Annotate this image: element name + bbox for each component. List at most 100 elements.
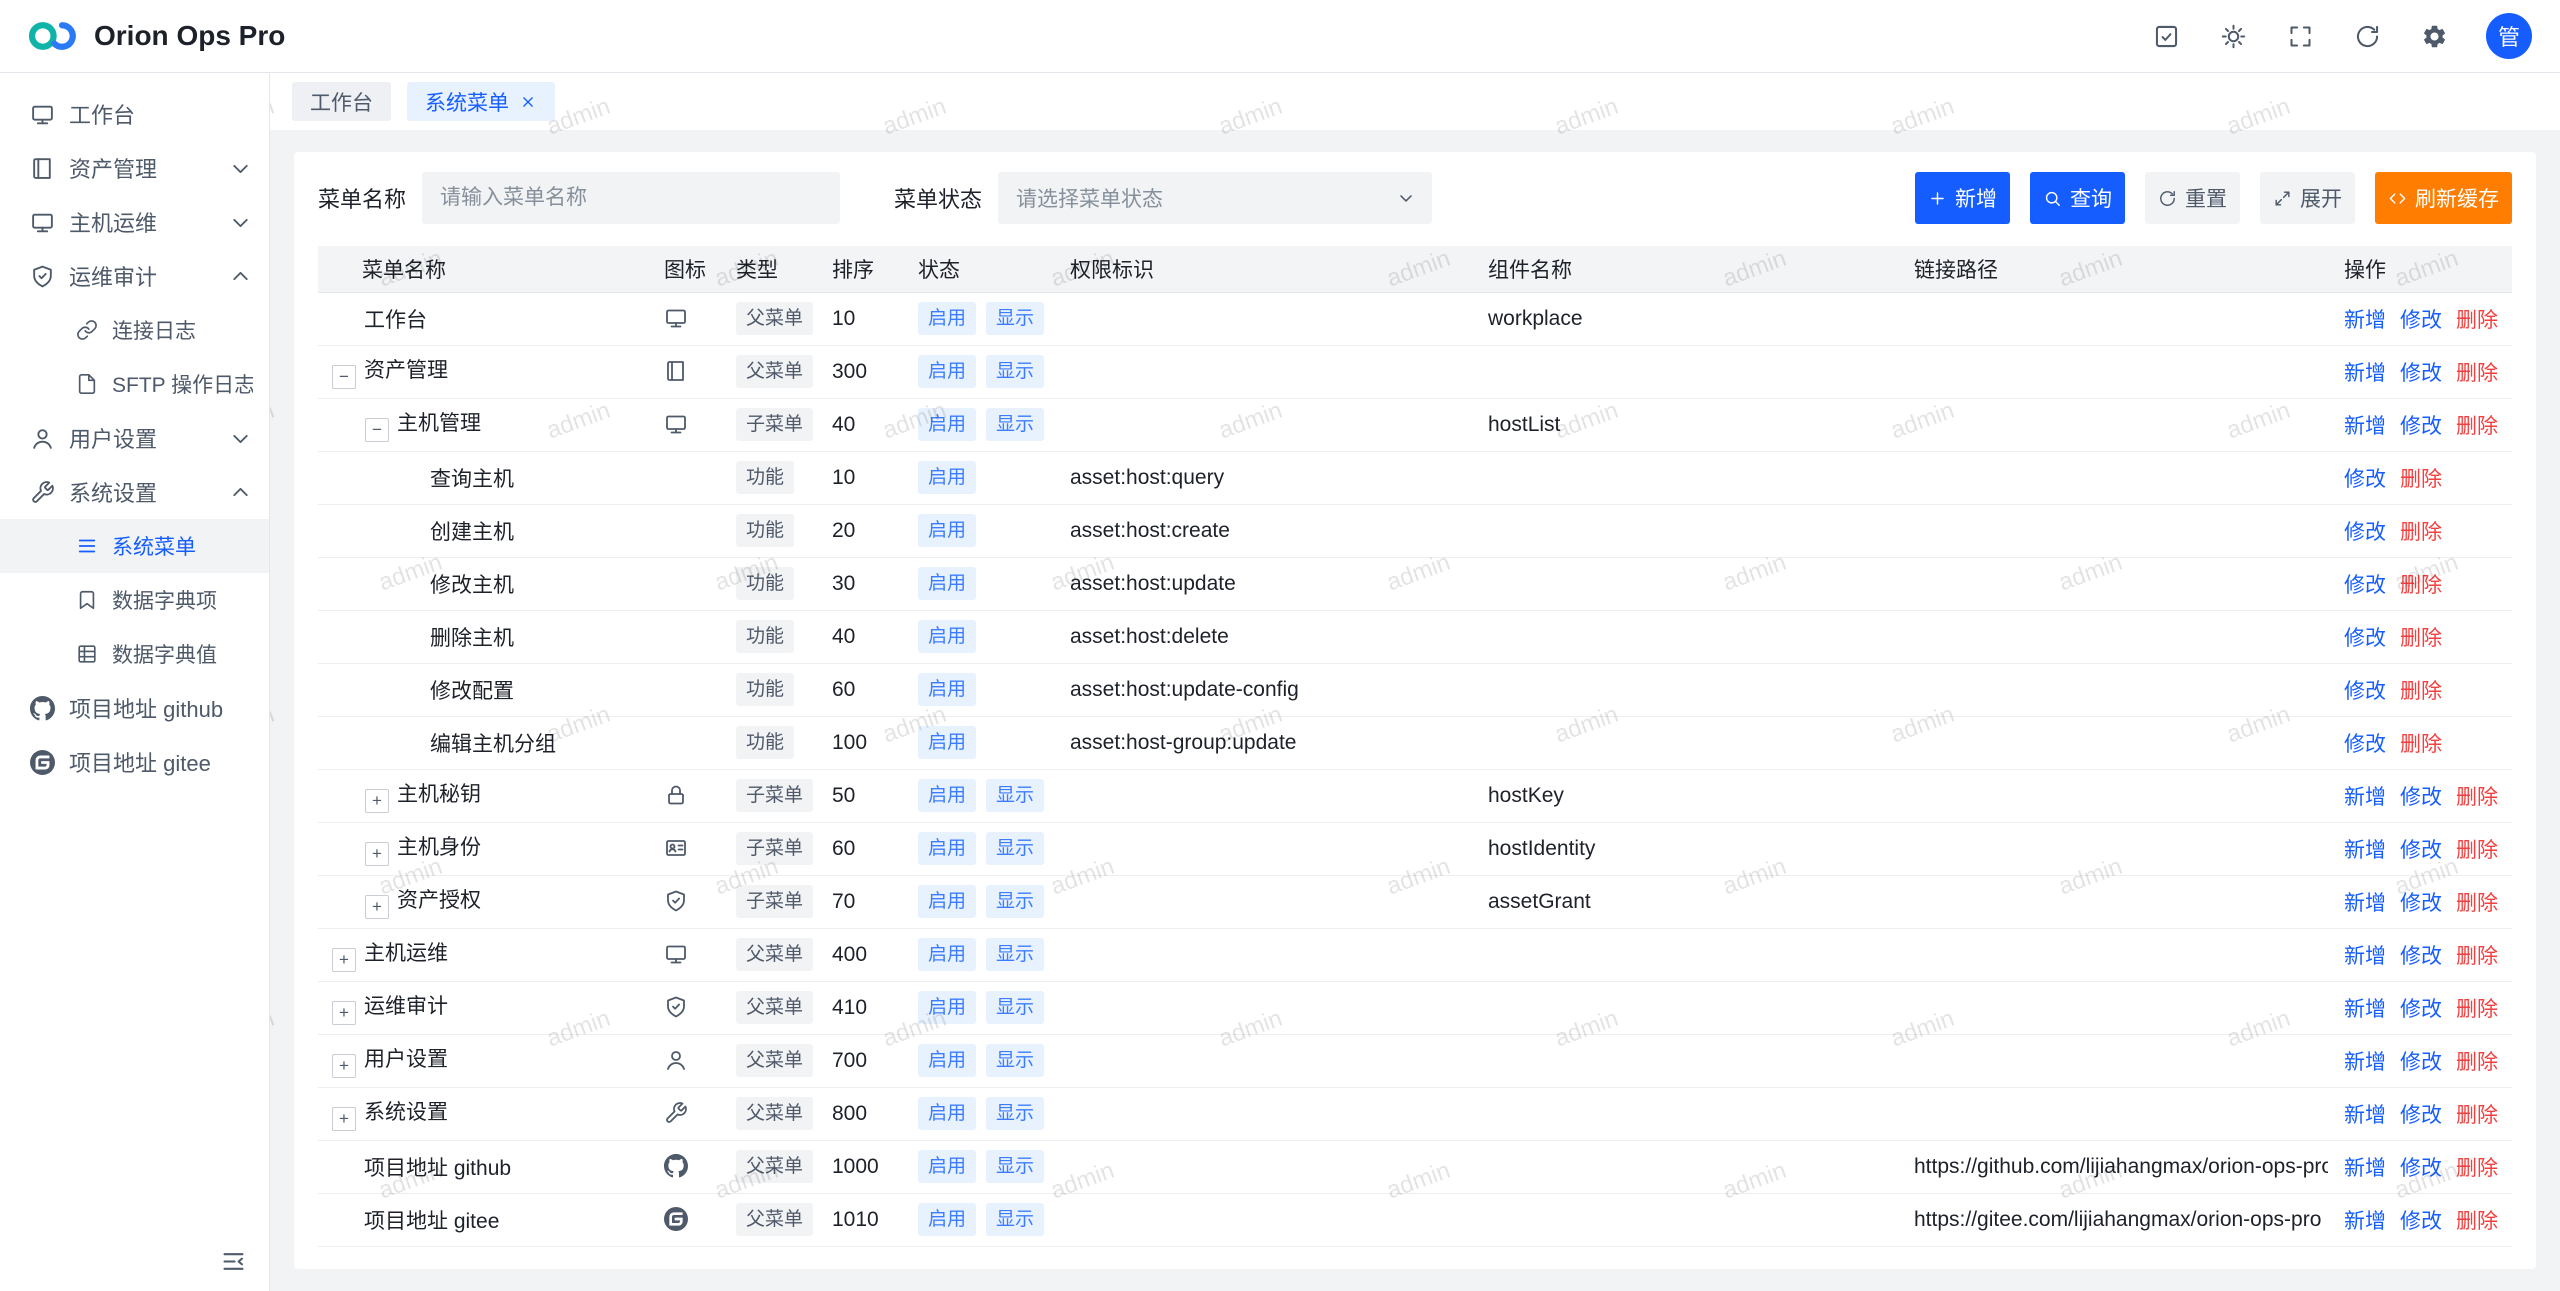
expand-row-button[interactable]: +	[365, 842, 389, 866]
row-delete-link[interactable]: 删除	[2456, 1104, 2498, 1127]
theme-icon[interactable]	[2220, 23, 2247, 50]
refresh-icon[interactable]	[2354, 23, 2381, 50]
sidebar-item[interactable]: SFTP 操作日志	[0, 357, 269, 411]
row-add-link[interactable]: 新增	[2344, 1051, 2386, 1074]
user-icon	[30, 426, 55, 451]
link-path-cell	[1898, 981, 2328, 1034]
row-edit-link[interactable]: 修改	[2400, 1051, 2442, 1074]
row-add-link[interactable]: 新增	[2344, 1104, 2386, 1127]
expand-row-button[interactable]: +	[365, 895, 389, 919]
expand-button[interactable]: 展开	[2260, 172, 2355, 224]
row-delete-link[interactable]: 删除	[2400, 468, 2442, 491]
row-delete-link[interactable]: 删除	[2456, 362, 2498, 385]
row-add-link[interactable]: 新增	[2344, 1157, 2386, 1180]
sidebar-item[interactable]: 系统菜单	[0, 519, 269, 573]
app-logo[interactable]: Orion Ops Pro	[26, 19, 285, 53]
add-button[interactable]: 新增	[1915, 172, 2010, 224]
row-edit-link[interactable]: 修改	[2400, 1104, 2442, 1127]
dashboard-icon[interactable]	[2153, 23, 2180, 50]
row-edit-link[interactable]: 修改	[2400, 786, 2442, 809]
row-delete-link[interactable]: 删除	[2400, 627, 2442, 650]
row-edit-link[interactable]: 修改	[2400, 415, 2442, 438]
row-delete-link[interactable]: 删除	[2456, 1210, 2498, 1233]
sidebar-item[interactable]: 用户设置	[0, 411, 269, 465]
row-edit-link[interactable]: 修改	[2400, 945, 2442, 968]
sidebar-item[interactable]: 主机运维	[0, 195, 269, 249]
menu-name-input[interactable]	[422, 172, 840, 224]
table-row: 项目地址 github父菜单1000启用显示https://github.com…	[318, 1140, 2512, 1193]
row-add-link[interactable]: 新增	[2344, 945, 2386, 968]
status-cell: 启用显示	[902, 875, 1054, 928]
sidebar-item[interactable]: 数据字典值	[0, 627, 269, 681]
close-icon[interactable]	[519, 93, 537, 111]
row-add-link[interactable]: 新增	[2344, 892, 2386, 915]
sidebar-item[interactable]: 数据字典项	[0, 573, 269, 627]
tab-system-menu[interactable]: 系统菜单	[407, 82, 555, 121]
row-edit-link[interactable]: 修改	[2400, 892, 2442, 915]
menu-name-cell: 编辑主机分组	[318, 716, 648, 769]
row-delete-link[interactable]: 删除	[2456, 1051, 2498, 1074]
expand-row-button[interactable]: +	[365, 789, 389, 813]
sidebar-item[interactable]: 运维审计	[0, 249, 269, 303]
sidebar-item[interactable]: 工作台	[0, 87, 269, 141]
row-edit-link[interactable]: 修改	[2400, 998, 2442, 1021]
row-add-link[interactable]: 新增	[2344, 415, 2386, 438]
row-edit-link[interactable]: 修改	[2344, 574, 2386, 597]
row-edit-link[interactable]: 修改	[2344, 468, 2386, 491]
row-add-link[interactable]: 新增	[2344, 1210, 2386, 1233]
sidebar-item[interactable]: 项目地址 github	[0, 681, 269, 735]
row-add-link[interactable]: 新增	[2344, 362, 2386, 385]
sidebar-item[interactable]: 资产管理	[0, 141, 269, 195]
row-delete-link[interactable]: 删除	[2400, 521, 2442, 544]
row-edit-link[interactable]: 修改	[2400, 1210, 2442, 1233]
row-add-link[interactable]: 新增	[2344, 786, 2386, 809]
row-edit-link[interactable]: 修改	[2344, 521, 2386, 544]
expand-row-button[interactable]: +	[332, 1107, 356, 1131]
collapse-row-button[interactable]: −	[365, 418, 389, 442]
settings-icon[interactable]	[2421, 23, 2448, 50]
row-delete-link[interactable]: 删除	[2456, 892, 2498, 915]
book-icon	[30, 156, 55, 181]
row-delete-link[interactable]: 删除	[2400, 574, 2442, 597]
row-delete-link[interactable]: 删除	[2456, 998, 2498, 1021]
expand-row-button[interactable]: +	[332, 948, 356, 972]
collapse-row-button[interactable]: −	[332, 365, 356, 389]
menu-status-select[interactable]: 请选择菜单状态	[998, 172, 1432, 224]
row-add-link[interactable]: 新增	[2344, 839, 2386, 862]
row-edit-link[interactable]: 修改	[2344, 733, 2386, 756]
row-delete-link[interactable]: 删除	[2456, 309, 2498, 332]
row-add-link[interactable]: 新增	[2344, 998, 2386, 1021]
fullscreen-icon[interactable]	[2287, 23, 2314, 50]
query-button[interactable]: 查询	[2030, 172, 2125, 224]
user-avatar[interactable]: 管	[2486, 13, 2532, 59]
row-edit-link[interactable]: 修改	[2400, 362, 2442, 385]
sort-cell: 40	[816, 610, 902, 663]
status-tag: 显示	[986, 885, 1044, 919]
row-delete-link[interactable]: 删除	[2456, 945, 2498, 968]
permission-cell: asset:host-group:update	[1054, 716, 1472, 769]
row-delete-link[interactable]: 删除	[2456, 786, 2498, 809]
row-edit-link[interactable]: 修改	[2400, 839, 2442, 862]
row-delete-link[interactable]: 删除	[2400, 733, 2442, 756]
row-edit-link[interactable]: 修改	[2344, 680, 2386, 703]
tab-workplace[interactable]: 工作台	[292, 82, 391, 121]
row-delete-link[interactable]: 删除	[2400, 680, 2442, 703]
row-delete-link[interactable]: 删除	[2456, 415, 2498, 438]
reset-button[interactable]: 重置	[2145, 172, 2240, 224]
expand-row-button[interactable]: +	[332, 1001, 356, 1025]
expand-row-button[interactable]: +	[332, 1054, 356, 1078]
menu-name-cell: 项目地址 github	[318, 1140, 648, 1193]
sidebar-item[interactable]: 连接日志	[0, 303, 269, 357]
status-tag: 启用	[918, 567, 976, 601]
row-edit-link[interactable]: 修改	[2400, 1157, 2442, 1180]
row-add-link[interactable]: 新增	[2344, 309, 2386, 332]
sidebar-item[interactable]: 项目地址 gitee	[0, 735, 269, 789]
collapse-sidebar-icon[interactable]	[220, 1248, 247, 1275]
refresh-cache-button[interactable]: 刷新缓存	[2375, 172, 2512, 224]
row-delete-link[interactable]: 删除	[2456, 1157, 2498, 1180]
search-icon	[2043, 189, 2062, 208]
sidebar-item[interactable]: 系统设置	[0, 465, 269, 519]
row-edit-link[interactable]: 修改	[2344, 627, 2386, 650]
row-edit-link[interactable]: 修改	[2400, 309, 2442, 332]
row-delete-link[interactable]: 删除	[2456, 839, 2498, 862]
